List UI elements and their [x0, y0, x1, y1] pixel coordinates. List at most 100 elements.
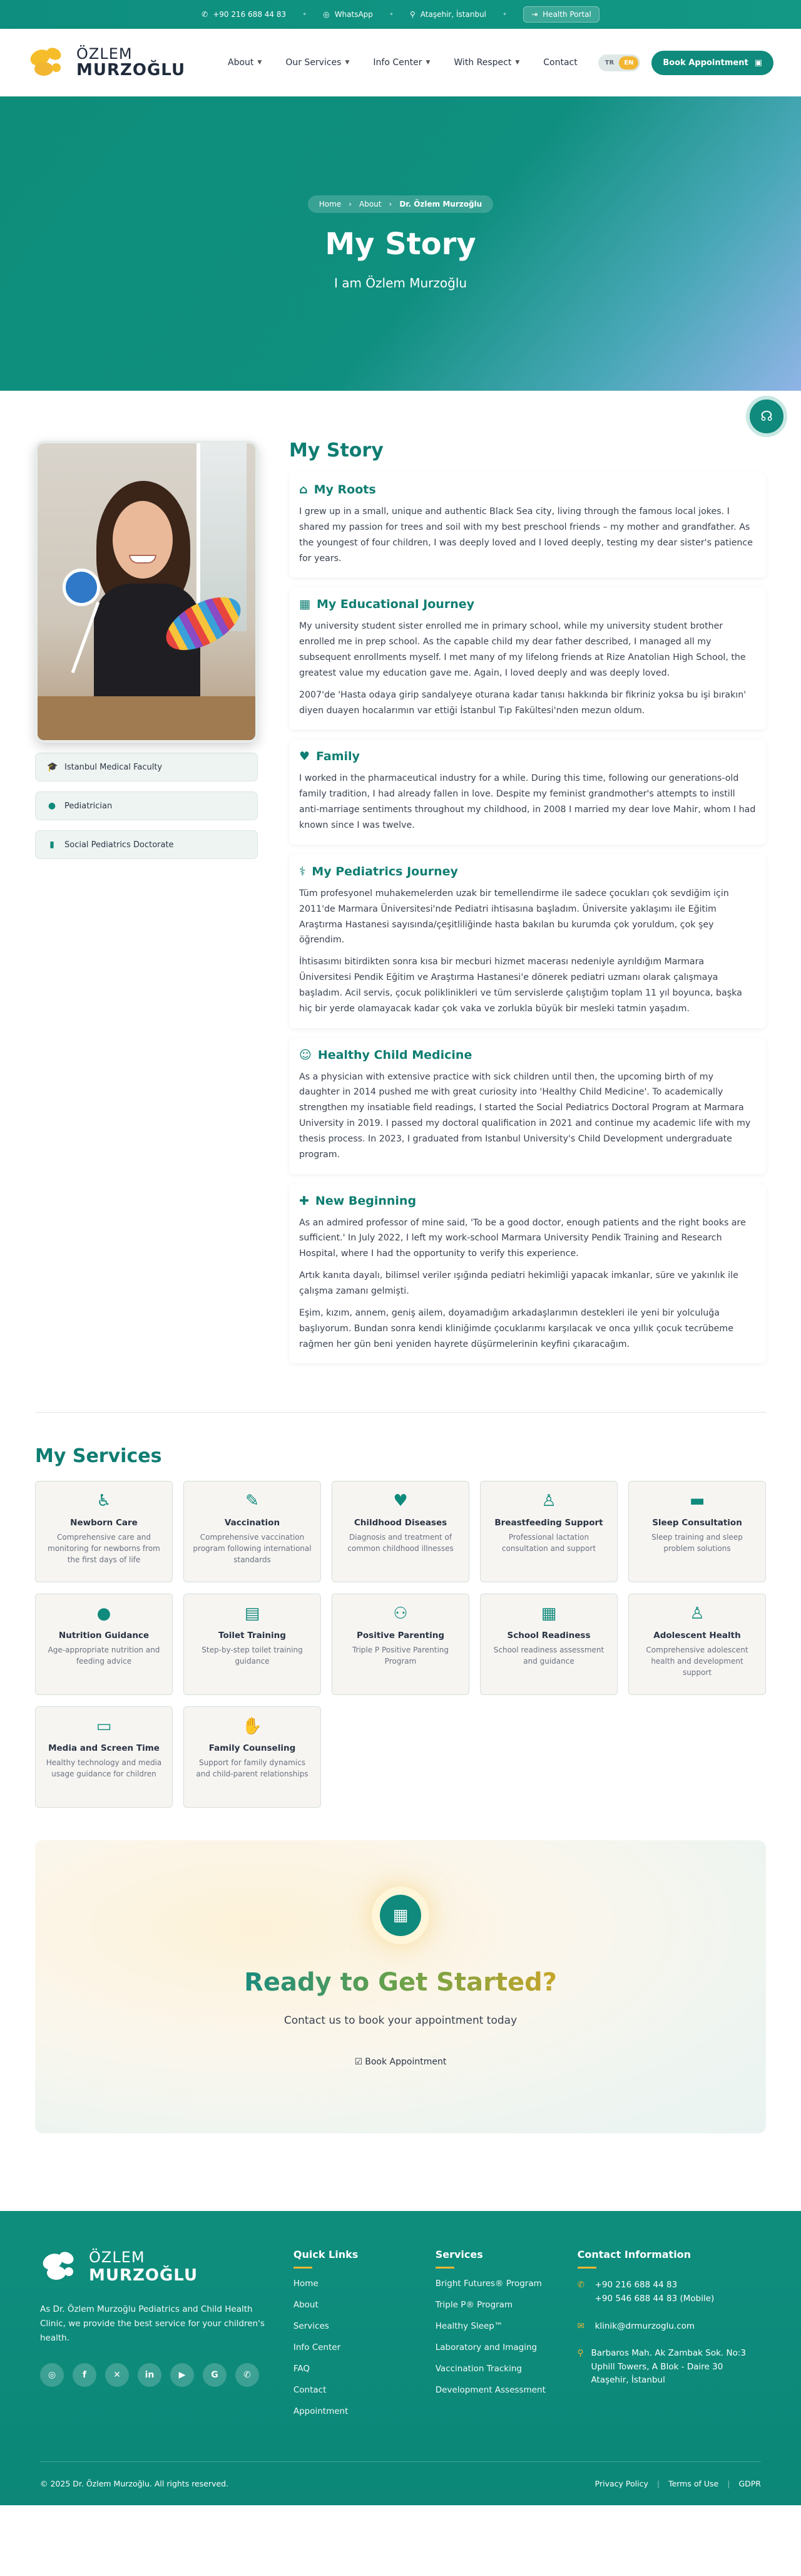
hero-banner: Home › About › Dr. Özlem Murzoğlu My Sto…: [0, 96, 801, 391]
story-block-healthy-child: ☺ Healthy Child Medicine As a physician w…: [289, 1038, 766, 1174]
caret-down-icon: ▼: [345, 59, 350, 66]
service-card-breastfeeding[interactable]: ♙ Breastfeeding Support Professional lacta…: [480, 1481, 618, 1583]
footer-link[interactable]: Services: [293, 2321, 436, 2331]
x-icon[interactable]: ✕: [105, 2363, 129, 2388]
service-card-family-counseling[interactable]: ✋ Family Counseling Support for family dyn…: [183, 1706, 321, 1808]
footer-link[interactable]: Development Assessment: [436, 2385, 578, 2395]
caret-down-icon: ▼: [426, 59, 431, 66]
nav-contact[interactable]: Contact: [543, 58, 577, 68]
login-icon: ⇥: [531, 10, 538, 19]
service-card-childhood-diseases[interactable]: ♥ Childhood Diseases Diagnosis and treatme…: [332, 1481, 469, 1583]
story-block-education: ▦ My Educational Journey My university st…: [289, 587, 766, 730]
footer-link[interactable]: FAQ: [293, 2364, 436, 2374]
bed-icon: ▬: [689, 1492, 705, 1511]
site-header: ÖZLEM MURZOĞLU About ▼ Our Services ▼ Info…: [0, 29, 801, 96]
footer-services: Services Bright Futures® Program Triple …: [435, 2249, 578, 2428]
instagram-icon[interactable]: ◎: [40, 2363, 64, 2388]
youtube-icon[interactable]: ▶: [170, 2363, 194, 2388]
location-link[interactable]: ⚲ Ataşehir, İstanbul: [410, 10, 486, 19]
linkedin-icon[interactable]: in: [138, 2363, 161, 2388]
bee-logo-icon: [43, 2252, 74, 2280]
language-switcher: TR EN: [598, 54, 641, 71]
footer-link[interactable]: Healthy Sleep™: [436, 2321, 578, 2331]
book-appointment-button[interactable]: Book Appointment ▣: [651, 50, 773, 75]
heartbeat-icon: ♥: [393, 1492, 408, 1511]
main-nav: About ▼ Our Services ▼ Info Center ▼ With R…: [228, 58, 578, 68]
footer-link[interactable]: Appointment: [293, 2406, 436, 2416]
nav-our-services[interactable]: Our Services ▼: [285, 58, 349, 68]
footer-bottom: © 2025 Dr. Özlem Murzoğlu. All rights re…: [40, 2461, 761, 2505]
footer-link[interactable]: Home: [293, 2279, 436, 2289]
nav-with-respect[interactable]: With Respect ▼: [454, 58, 519, 68]
bee-logo-icon: [30, 48, 61, 76]
syringe-icon: ✎: [245, 1492, 259, 1511]
nav-info-center[interactable]: Info Center ▼: [373, 58, 430, 68]
service-card-positive-parenting[interactable]: ⚇ Positive Parenting Triple P Positive Par…: [332, 1594, 469, 1696]
story-block-roots: ⌂ My Roots I grew up in a small, unique a…: [289, 473, 766, 578]
footer-email[interactable]: ✉ klinik@drmurzoglu.com: [578, 2320, 761, 2334]
credential-tag: ▮ Social Pediatrics Doctorate: [35, 830, 258, 859]
phone-link[interactable]: ✆ +90 216 688 44 83: [202, 10, 286, 19]
cta-banner: ▦ Ready to Get Started? Contact us to bo…: [35, 1840, 766, 2134]
headset-icon: ☊: [760, 408, 773, 425]
breadcrumb-home[interactable]: Home: [319, 200, 341, 209]
footer-phone[interactable]: ✆ +90 216 688 44 83 +90 546 688 44 83 (Mo…: [578, 2279, 761, 2306]
child-icon: ☺: [299, 1048, 312, 1062]
lang-en[interactable]: EN: [619, 56, 639, 70]
school-icon: ▦: [541, 1604, 557, 1624]
breadcrumb-about[interactable]: About: [359, 200, 381, 209]
handshake-icon: ✋: [242, 1717, 263, 1736]
person-icon: ♙: [690, 1604, 705, 1624]
footer-logo[interactable]: ÖZLEM MURZOĞLU: [40, 2249, 293, 2285]
footer-quick-links: Quick Links Home About Services Info Cen…: [293, 2249, 436, 2428]
service-card-sleep[interactable]: ▬ Sleep Consultation Sleep training and sl…: [628, 1481, 766, 1583]
caret-down-icon: ▼: [257, 59, 262, 66]
doctor-photo: [35, 441, 258, 743]
lang-tr[interactable]: TR: [600, 56, 620, 70]
privacy-link[interactable]: Privacy Policy: [595, 2479, 648, 2488]
footer-link[interactable]: Info Center: [293, 2342, 436, 2352]
site-footer: ÖZLEM MURZOĞLU As Dr. Özlem Murzoğlu Ped…: [0, 2211, 801, 2506]
story-block-family: ♥ Family I worked in the pharmaceutical i…: [289, 739, 766, 845]
footer-address: ⚲ Barbaros Mah. Ak Zambak Sok. No:3 Uphi…: [578, 2347, 761, 2388]
footer-link[interactable]: Vaccination Tracking: [436, 2364, 578, 2374]
baby-carriage-icon: ♿: [96, 1492, 111, 1511]
service-card-vaccination[interactable]: ✎ Vaccination Comprehensive vaccination pr…: [183, 1481, 321, 1583]
phone-icon: ✆: [577, 2280, 584, 2290]
footer-link[interactable]: Laboratory and Imaging: [436, 2342, 578, 2352]
calendar-icon: ▣: [754, 58, 762, 68]
gdpr-link[interactable]: GDPR: [738, 2479, 761, 2488]
page-title: My Story: [325, 227, 476, 262]
service-card-adolescent-health[interactable]: ♙ Adolescent Health Comprehensive adolesce…: [628, 1594, 766, 1696]
footer-description: As Dr. Özlem Murzoğlu Pediatrics and Chi…: [40, 2304, 265, 2344]
story-heading: My Story: [289, 440, 384, 461]
whatsapp-icon[interactable]: ✆: [235, 2363, 259, 2388]
service-card-newborn-care[interactable]: ♿ Newborn Care Comprehensive care and moni…: [35, 1481, 173, 1583]
site-logo[interactable]: ÖZLEM MURZOĞLU: [28, 45, 222, 80]
footer-link[interactable]: Bright Futures® Program: [436, 2279, 578, 2289]
cta-book-button[interactable]: ☑ Book Appointment: [355, 2057, 447, 2067]
footer-link[interactable]: Triple P® Program: [436, 2300, 578, 2310]
service-card-media-screen-time[interactable]: ▭ Media and Screen Time Healthy technology…: [35, 1706, 173, 1808]
whatsapp-link[interactable]: ◎ WhatsApp: [323, 10, 373, 19]
top-bar: ✆ +90 216 688 44 83 • ◎ WhatsApp • ⚲ Ata…: [0, 0, 801, 29]
cta-subtitle: Contact us to book your appointment toda…: [283, 2014, 518, 2027]
breadcrumb-current: Dr. Özlem Murzoğlu: [399, 200, 482, 209]
house-icon: ⌂: [299, 483, 308, 497]
footer-link[interactable]: Contact: [293, 2385, 436, 2395]
footer-contact: Contact Information ✆ +90 216 688 44 83 +…: [577, 2249, 761, 2428]
toilet-icon: ▤: [244, 1604, 260, 1624]
service-card-toilet-training[interactable]: ▤ Toilet Training Step-by-step toilet trai…: [183, 1594, 321, 1696]
credential-tag: 🎓 Istanbul Medical Faculty: [35, 753, 258, 781]
facebook-icon[interactable]: f: [73, 2363, 96, 2388]
footer-link[interactable]: About: [293, 2300, 436, 2310]
chat-button[interactable]: ☊: [746, 396, 787, 437]
phone-icon: ✆: [202, 10, 208, 19]
google-icon[interactable]: G: [203, 2363, 227, 2388]
terms-link[interactable]: Terms of Use: [668, 2479, 718, 2488]
service-card-nutrition[interactable]: ● Nutrition Guidance Age-appropriate nutri…: [35, 1594, 173, 1696]
nav-about[interactable]: About ▼: [228, 58, 262, 68]
services-heading: My Services: [35, 1445, 162, 1468]
service-card-school-readiness[interactable]: ▦ School Readiness School readiness assess…: [480, 1594, 618, 1696]
health-portal-button[interactable]: ⇥ Health Portal: [523, 6, 599, 23]
